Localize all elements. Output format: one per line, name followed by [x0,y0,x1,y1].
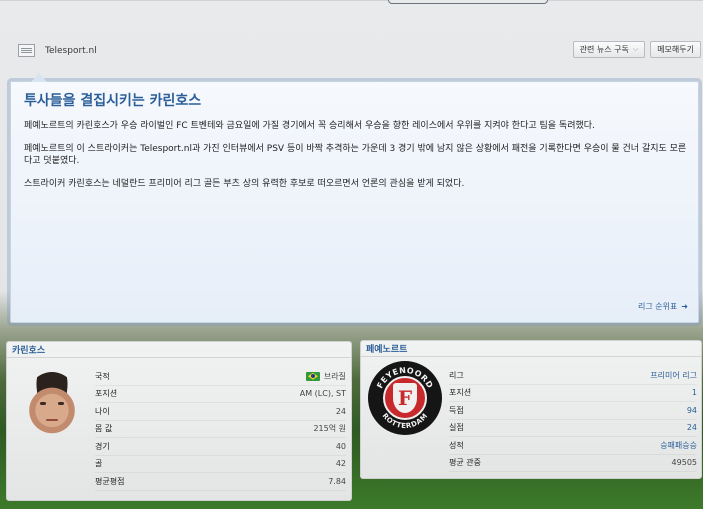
stat-label: 리그 [449,370,464,380]
stat-value: 49505 [671,458,697,468]
league-table-label: 리그 순위표 [637,302,678,311]
stat-row: 몸 값 215억 원 [95,421,346,438]
stat-row: 골 42 [95,456,346,473]
stat-value: 7.84 [328,476,346,486]
eye-icon [58,402,64,405]
source-name: Telesport.nl [45,45,97,56]
svg-text:FEYENOORD: FEYENOORD [375,366,434,390]
club-crest-icon: FEYENOORD ROTTERDAM F [368,361,442,435]
stat-value: 브라질 [305,371,346,382]
player-name-link[interactable]: 카린호스 [7,342,351,358]
panel-pointer [31,73,47,82]
crest-text-bottom: ROTTERDAM [381,412,429,430]
eye-icon [40,402,46,405]
stat-value: 42 [335,459,346,469]
newspaper-icon [18,44,35,57]
league-value[interactable]: 프리미어 리그 [650,370,697,381]
stat-label: 평균 관중 [449,458,481,468]
stat-row: 포지션 1 [449,385,697,402]
club-info-card: 페예노르트 FEYENOORD ROTTERDAM F 리그 프리미어 리그 포… [360,340,702,479]
arrow-right-icon: ➜ [681,302,688,311]
memo-label: 메모해두기 [657,45,694,54]
stat-value: AM (LC), ST [299,389,346,399]
stat-row: 리그 프리미어 리그 [449,367,697,385]
news-source: Telesport.nl [18,44,97,57]
nationality-value[interactable]: 브라질 [324,371,346,382]
crest-text-top: FEYENOORD [375,366,434,390]
stat-label: 포지션 [95,389,118,399]
stat-row: 포지션 AM (LC), ST [95,386,346,403]
stat-row: 경기 40 [95,438,346,456]
stat-row: 성적 승패패승승 [449,437,697,455]
stat-value: 40 [335,441,346,451]
player-face-icon [25,372,79,434]
news-paragraph: 페예노르트의 카린호스가 우승 라이벌인 FC 트벤테와 금요일에 가질 경기에… [24,121,595,131]
brazil-flag-icon [305,371,320,381]
stat-label: 골 [95,459,103,469]
subscribe-news-button[interactable]: 관련 뉴스 구독 ⌵ [572,41,646,58]
stat-value: 215억 원 [313,424,346,434]
news-actions: 관련 뉴스 구독 ⌵ 메모해두기 [572,41,701,58]
player-stats: 국적 브라질 포지션 AM (LC), ST 나이 24 몸 값 215억 원 … [95,368,346,491]
stat-row: 나이 24 [95,403,346,421]
stat-label: 경기 [95,441,110,451]
stat-value: 24 [686,423,697,433]
top-tab[interactable] [388,0,548,4]
stat-label: 몸 값 [95,424,113,434]
memo-button[interactable]: 메모해두기 [650,41,701,58]
club-stats: 리그 프리미어 리그 포지션 1 득점 94 실점 24 성적 승패패승승 평균… [449,367,697,472]
stat-label: 평균평점 [95,476,125,486]
chevron-down-icon: ⌵ [632,45,639,53]
news-body: 페예노르트의 카린호스가 우승 라이벌인 FC 트벤테와 금요일에 가질 경기에… [24,120,692,201]
league-table-link[interactable]: 리그 순위표 ➜ [638,301,688,312]
news-paragraph: 스트라이커 카린호스는 네덜란드 프리미어 리그 골든 부츠 상의 유력한 후보… [24,179,465,189]
crest-ring: FEYENOORD ROTTERDAM [375,366,434,430]
stat-row: 국적 브라질 [95,368,346,386]
svg-text:ROTTERDAM: ROTTERDAM [381,412,430,430]
top-divider [0,0,703,1]
news-paragraph: 페예노르트의 이 스트라이커는 Telesport.nl과 가진 인터뷰에서 P… [24,144,687,166]
subscribe-news-label: 관련 뉴스 구독 [579,45,629,54]
stat-row: 평균평점 7.84 [95,473,346,491]
stat-label: 성적 [449,440,464,450]
stat-value: 94 [686,405,697,415]
stat-label: 득점 [449,405,464,415]
stat-label: 나이 [95,406,110,416]
stat-row: 실점 24 [449,420,697,437]
player-info-card: 카린호스 국적 브라질 포지션 AM (LC), ST 나이 24 몸 값 21… [6,341,352,501]
stat-row: 평균 관중 49505 [449,455,697,472]
form-value: 승패패승승 [660,440,697,450]
club-name-link[interactable]: 페예노르트 [361,341,701,357]
news-headline: 투사들을 결집시키는 카린호스 [24,93,202,109]
stat-value: 24 [335,406,346,416]
stat-row: 득점 94 [449,402,697,420]
stat-value: 1 [691,388,697,398]
mouth-icon [46,419,58,421]
stat-label: 국적 [95,371,110,381]
stat-label: 실점 [449,423,464,433]
stat-label: 포지션 [449,388,472,398]
news-article-panel: 투사들을 결집시키는 카린호스 페예노르트의 카린호스가 우승 라이벌인 FC … [10,73,699,323]
